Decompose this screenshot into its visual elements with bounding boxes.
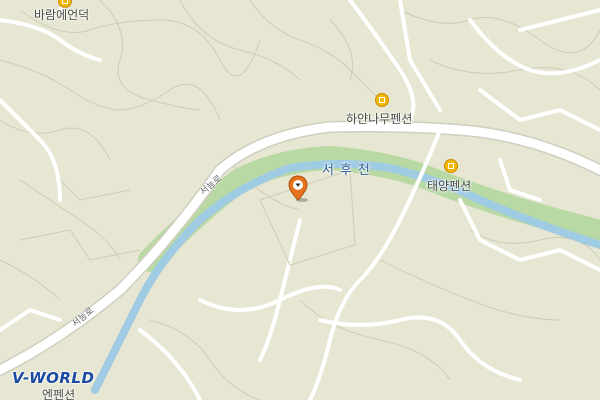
location-pin-icon[interactable] [288, 175, 310, 203]
poi-label-taeyang[interactable]: 태양펜션 [427, 177, 471, 194]
river-label: 서후천 [322, 163, 376, 178]
pension-icon[interactable] [375, 93, 389, 107]
poi-label-baram[interactable]: 바람에언덕 [34, 6, 89, 23]
map-view[interactable]: 바람에언덕 하얀나무펜션 태양펜션 엔펜션 서후천 서능로 서능로 V-WORL… [0, 0, 600, 400]
vworld-logo: V-WORLD [12, 369, 95, 387]
poi-label-en[interactable]: 엔펜션 [42, 386, 75, 400]
poi-label-hayan[interactable]: 하얀나무펜션 [346, 110, 412, 127]
pension-icon[interactable] [444, 159, 458, 173]
